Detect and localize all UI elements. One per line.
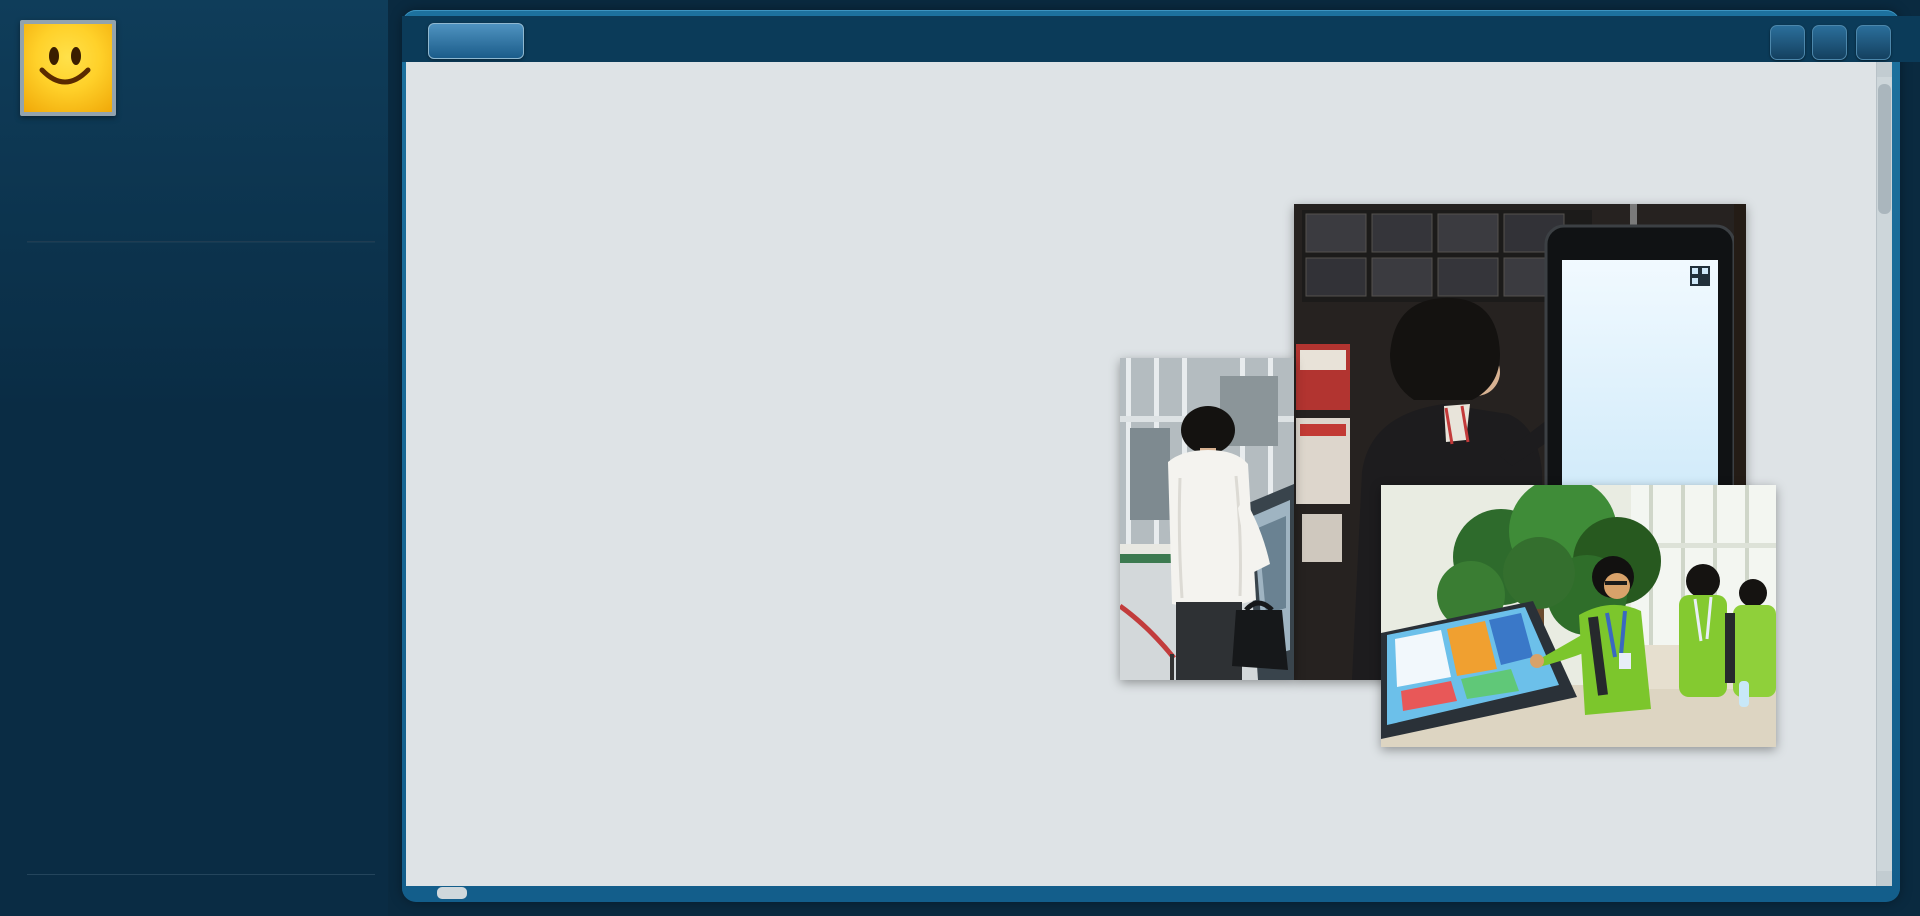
tab-function-menu[interactable] — [428, 23, 524, 59]
refresh-button[interactable] — [1856, 25, 1891, 60]
scrollbar-thumb[interactable] — [1878, 84, 1891, 214]
footer-divider — [27, 874, 375, 875]
photo-kiosk-man[interactable] — [1120, 358, 1294, 680]
sidebar — [0, 0, 388, 916]
section-divider — [27, 241, 375, 242]
wall-posters — [1296, 344, 1350, 562]
avatar[interactable] — [20, 20, 116, 116]
top-navbar — [402, 16, 1920, 62]
page — [0, 0, 1920, 916]
vertical-scrollbar[interactable] — [1876, 62, 1892, 886]
scroll-up-button[interactable] — [1877, 62, 1892, 77]
back-button[interactable] — [1770, 25, 1805, 60]
smiley-face-icon — [24, 24, 104, 104]
photo-kiosk-students[interactable] — [1381, 485, 1776, 747]
user-meta — [128, 84, 160, 99]
scroll-down-button[interactable] — [1877, 871, 1892, 886]
horizontal-scrollbar-nub[interactable] — [437, 887, 467, 899]
forward-button[interactable] — [1812, 25, 1847, 60]
